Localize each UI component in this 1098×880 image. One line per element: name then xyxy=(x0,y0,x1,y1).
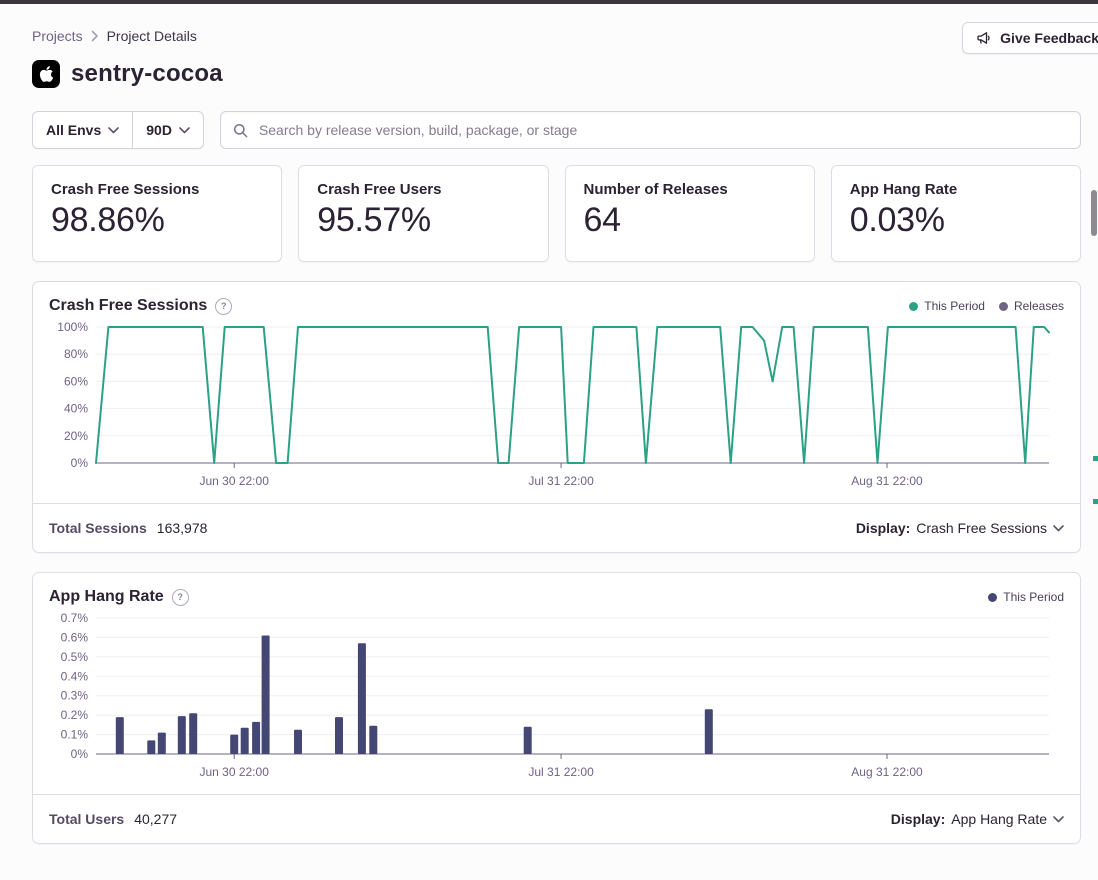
total-users-value: 40,277 xyxy=(134,811,177,827)
help-icon[interactable] xyxy=(215,298,232,315)
stat-card-number-of-releases: Number of Releases 64 xyxy=(565,165,815,262)
chart-header: Crash Free Sessions This Period Releases xyxy=(33,282,1080,317)
breadcrumb-project-details[interactable]: Project Details xyxy=(107,28,197,44)
svg-text:20%: 20% xyxy=(64,429,88,443)
svg-text:0.1%: 0.1% xyxy=(61,728,89,742)
svg-text:0.6%: 0.6% xyxy=(61,630,89,644)
help-icon[interactable] xyxy=(172,589,189,606)
vertical-scrollbar[interactable] xyxy=(1089,4,1098,880)
chevron-down-icon xyxy=(108,127,119,134)
chart-legend: This Period Releases xyxy=(909,299,1064,313)
svg-text:100%: 100% xyxy=(57,320,88,334)
svg-text:0%: 0% xyxy=(71,456,89,470)
chart-title: Crash Free Sessions xyxy=(49,297,207,315)
svg-text:Jul 31 22:00: Jul 31 22:00 xyxy=(528,765,594,779)
clipped-content-mark xyxy=(1093,456,1098,461)
stat-card-crash-free-sessions: Crash Free Sessions 98.86% xyxy=(32,165,282,262)
svg-text:80%: 80% xyxy=(64,347,88,361)
svg-text:0%: 0% xyxy=(71,747,89,761)
give-feedback-label: Give Feedback xyxy=(1000,30,1098,46)
project-details-page: Give Feedback Projects Project Details s… xyxy=(0,0,1098,880)
svg-text:Jun 30 22:00: Jun 30 22:00 xyxy=(199,765,269,779)
svg-text:Aug 31 22:00: Aug 31 22:00 xyxy=(851,474,923,488)
app-hang-rate-chart-card: App Hang Rate This Period 0.7%0.6%0.5%0.… xyxy=(32,572,1081,844)
release-search xyxy=(220,111,1081,149)
svg-text:0.3%: 0.3% xyxy=(61,689,89,703)
stat-cards-row: Crash Free Sessions 98.86% Crash Free Us… xyxy=(32,165,1081,262)
search-input[interactable] xyxy=(257,121,1068,139)
svg-text:0.4%: 0.4% xyxy=(61,669,89,683)
stat-label: App Hang Rate xyxy=(850,181,1062,198)
page-title: sentry-cocoa xyxy=(71,60,223,88)
legend-item-releases[interactable]: Releases xyxy=(999,299,1064,313)
chart-footer: Total Users 40,277 Display: App Hang Rat… xyxy=(33,794,1080,843)
chart-footer: Total Sessions 163,978 Display: Crash Fr… xyxy=(33,503,1080,552)
svg-text:0.5%: 0.5% xyxy=(61,650,89,664)
environment-dropdown-label: All Envs xyxy=(46,122,101,138)
breadcrumb: Projects Project Details xyxy=(32,28,1081,44)
legend-item-this-period[interactable]: This Period xyxy=(909,299,985,313)
svg-text:0.2%: 0.2% xyxy=(61,708,89,722)
filter-pill-group: All Envs 90D xyxy=(32,111,204,149)
chart-legend: This Period xyxy=(988,590,1064,604)
apple-platform-icon xyxy=(32,60,60,88)
stat-value: 0.03% xyxy=(850,201,1062,240)
stat-card-crash-free-users: Crash Free Users 95.57% xyxy=(298,165,548,262)
svg-text:Jun 30 22:00: Jun 30 22:00 xyxy=(199,474,269,488)
stat-value: 95.57% xyxy=(317,201,529,240)
app-hang-rate-bar-chart[interactable]: 0.7% 0.6% 0.5% 0.4% 0.3% 0.2% 0.1% 0% Jun 30 22:… xyxy=(33,608,1080,794)
total-sessions-value: 163,978 xyxy=(157,520,208,536)
chevron-down-icon xyxy=(1053,525,1064,532)
date-range-dropdown[interactable]: 90D xyxy=(133,112,203,148)
stat-label: Crash Free Sessions xyxy=(51,181,263,198)
environment-dropdown[interactable]: All Envs xyxy=(33,112,132,148)
title-row: sentry-cocoa xyxy=(32,60,1081,88)
megaphone-icon xyxy=(976,30,992,46)
give-feedback-button[interactable]: Give Feedback xyxy=(962,22,1098,54)
svg-text:40%: 40% xyxy=(64,402,88,416)
crash-free-sessions-line-chart[interactable]: 100% 80% 60% 40% 20% 0% Jun 30 22:00 Jul 31 22:… xyxy=(33,317,1080,503)
clipped-content-mark xyxy=(1093,499,1098,504)
filter-row: All Envs 90D xyxy=(32,111,1081,149)
display-dropdown[interactable]: Display: Crash Free Sessions xyxy=(856,520,1064,536)
chevron-down-icon xyxy=(1053,816,1064,823)
legend-dot xyxy=(999,302,1008,311)
legend-dot xyxy=(909,302,918,311)
display-dropdown[interactable]: Display: App Hang Rate xyxy=(891,811,1064,827)
chart-title: App Hang Rate xyxy=(49,588,164,606)
svg-text:60%: 60% xyxy=(64,374,88,388)
stat-value: 98.86% xyxy=(51,201,263,240)
stat-card-app-hang-rate: App Hang Rate 0.03% xyxy=(831,165,1081,262)
chevron-down-icon xyxy=(179,127,190,134)
stat-label: Number of Releases xyxy=(584,181,796,198)
svg-text:Jul 31 22:00: Jul 31 22:00 xyxy=(528,474,594,488)
legend-dot xyxy=(988,593,997,602)
total-users-label: Total Users xyxy=(49,811,124,827)
crash-free-sessions-chart-card: Crash Free Sessions This Period Releases… xyxy=(32,281,1081,553)
svg-text:0.7%: 0.7% xyxy=(61,611,89,625)
date-range-dropdown-label: 90D xyxy=(146,122,172,138)
legend-item-this-period[interactable]: This Period xyxy=(988,590,1064,604)
svg-text:Aug 31 22:00: Aug 31 22:00 xyxy=(851,765,923,779)
scrollbar-thumb[interactable] xyxy=(1091,190,1097,236)
chart-header: App Hang Rate This Period xyxy=(33,573,1080,608)
stat-label: Crash Free Users xyxy=(317,181,529,198)
chevron-right-icon xyxy=(91,30,99,42)
stat-value: 64 xyxy=(584,201,796,240)
total-sessions-label: Total Sessions xyxy=(49,520,147,536)
breadcrumb-projects[interactable]: Projects xyxy=(32,28,83,44)
search-icon xyxy=(233,123,248,138)
